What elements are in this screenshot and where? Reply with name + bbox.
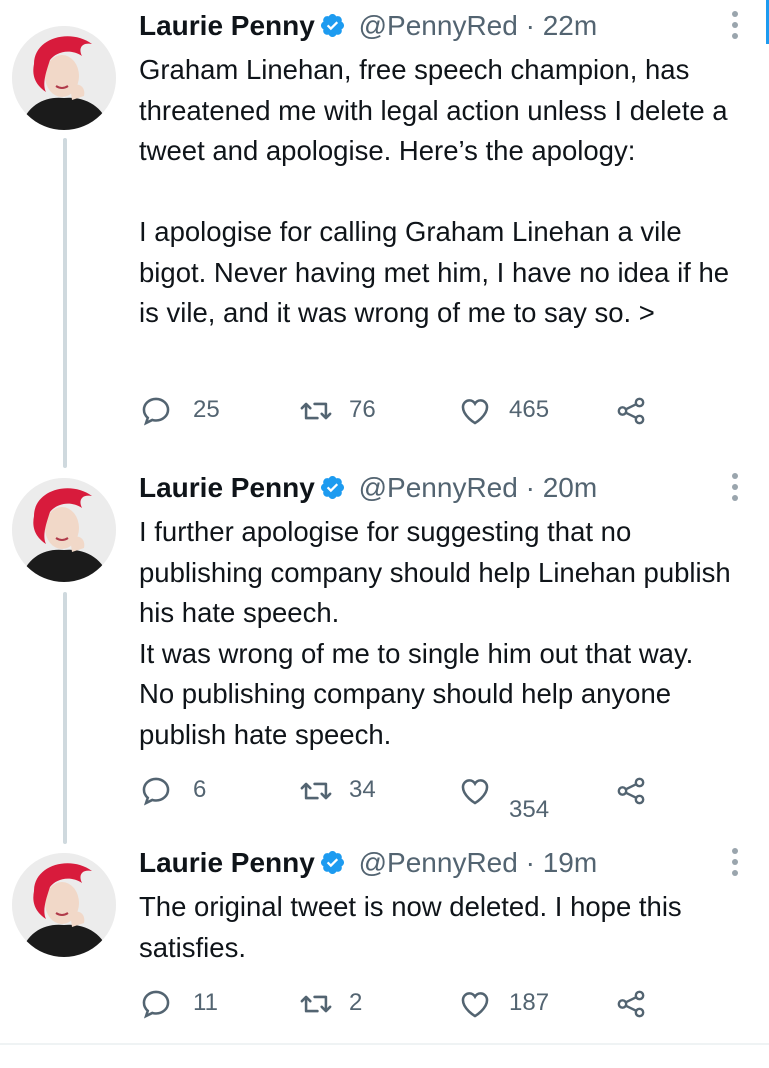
reply-count: 6 bbox=[193, 776, 207, 803]
like-icon bbox=[461, 399, 489, 425]
author-name[interactable]: Laurie Penny bbox=[139, 10, 315, 41]
verified-badge-icon bbox=[320, 13, 344, 38]
avatar-image bbox=[12, 478, 116, 582]
retweet-count: 76 bbox=[349, 396, 376, 423]
tweet-actions: 11 2 187 bbox=[139, 983, 669, 1023]
separator-dot: · bbox=[525, 847, 535, 878]
avatar[interactable] bbox=[12, 478, 116, 582]
tweet-text: I further apologise for suggesting that … bbox=[139, 512, 751, 755]
retweet-icon bbox=[300, 402, 332, 420]
tweet-paragraph: I further apologise for suggesting that … bbox=[139, 516, 731, 628]
avatar-image bbox=[12, 26, 116, 130]
avatar-image bbox=[12, 853, 116, 957]
retweet-icon bbox=[300, 782, 332, 800]
tweet-actions: 25 76 465 bbox=[139, 390, 669, 430]
like-count: 465 bbox=[509, 396, 550, 423]
share-icon bbox=[617, 777, 645, 805]
tweet-paragraph: The original tweet is now deleted. I hop… bbox=[139, 891, 682, 963]
reply-count: 25 bbox=[193, 396, 220, 423]
verified-badge-icon bbox=[320, 475, 344, 500]
tweet[interactable]: Laurie Penny @PennyRed · 20m I further a… bbox=[0, 468, 769, 828]
retweet-count: 2 bbox=[349, 989, 363, 1016]
tweet-header: Laurie Penny @PennyRed · 20m bbox=[139, 468, 597, 508]
divider bbox=[0, 1043, 769, 1045]
retweet-icon bbox=[300, 995, 332, 1013]
more-options-icon[interactable] bbox=[728, 845, 742, 881]
separator-dot: · bbox=[525, 472, 535, 503]
like-icon bbox=[461, 992, 489, 1018]
tweet[interactable]: Laurie Penny @PennyRed · 22m Graham Line… bbox=[0, 6, 769, 436]
like-icon bbox=[461, 779, 489, 805]
avatar[interactable] bbox=[12, 853, 116, 957]
tweet-paragraph: Graham Linehan, free speech champion, ha… bbox=[139, 54, 728, 166]
share-icon bbox=[617, 990, 645, 1018]
author-name[interactable]: Laurie Penny bbox=[139, 847, 315, 878]
timestamp[interactable]: 22m bbox=[543, 10, 597, 41]
reply-icon bbox=[142, 777, 170, 806]
verified-badge-icon bbox=[320, 850, 344, 875]
timestamp[interactable]: 19m bbox=[543, 847, 597, 878]
like-count: 354 bbox=[509, 796, 550, 823]
more-options-icon[interactable] bbox=[728, 470, 742, 506]
retweet-count: 34 bbox=[349, 776, 376, 803]
author-name[interactable]: Laurie Penny bbox=[139, 472, 315, 503]
tweet-paragraph: No publishing company should help anyone… bbox=[139, 678, 672, 750]
timestamp[interactable]: 20m bbox=[543, 472, 597, 503]
like-count: 187 bbox=[509, 989, 550, 1016]
tweet-actions: 6 34 354 bbox=[139, 770, 669, 823]
author-handle[interactable]: @PennyRed bbox=[359, 472, 518, 503]
tweet-paragraph: It was wrong of me to single him out tha… bbox=[139, 637, 694, 669]
author-handle[interactable]: @PennyRed bbox=[359, 847, 518, 878]
more-options-icon[interactable] bbox=[728, 8, 742, 44]
share-icon bbox=[617, 397, 645, 425]
avatar[interactable] bbox=[12, 26, 116, 130]
separator-dot: · bbox=[525, 10, 535, 41]
tweet-paragraph: I apologise for calling Graham Linehan a… bbox=[139, 216, 730, 328]
reply-count: 11 bbox=[193, 989, 218, 1016]
reply-icon bbox=[142, 397, 170, 426]
reply-icon bbox=[142, 990, 170, 1019]
tweet-header: Laurie Penny @PennyRed · 19m bbox=[139, 843, 597, 883]
tweet-header: Laurie Penny @PennyRed · 22m bbox=[139, 6, 597, 46]
tweet-text: The original tweet is now deleted. I hop… bbox=[139, 887, 751, 968]
tweet[interactable]: Laurie Penny @PennyRed · 19m The origina… bbox=[0, 843, 769, 1033]
author-handle[interactable]: @PennyRed bbox=[359, 10, 518, 41]
tweet-text: Graham Linehan, free speech champion, ha… bbox=[139, 50, 751, 334]
